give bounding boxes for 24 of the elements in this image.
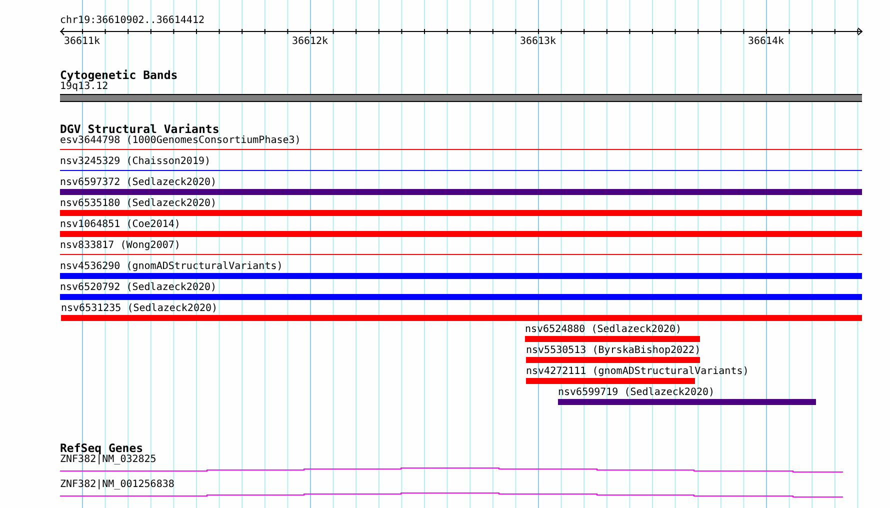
- variant-label: nsv1064851 (Coe2014): [60, 219, 182, 231]
- ruler-tick-label: 36611k: [64, 36, 100, 48]
- region-label: chr19:36610902..36614412: [60, 15, 206, 27]
- variant-label: nsv6524880 (Sedlazeck2020): [525, 324, 683, 336]
- track-title: DGV Structural Variants: [60, 123, 220, 135]
- gene-label: ZNF382|NM_032825: [60, 454, 158, 466]
- variant-label: nsv6597372 (Sedlazeck2020): [60, 177, 218, 189]
- variant-label: nsv4536290 (gnomADStructuralVariants): [60, 261, 284, 273]
- ruler-tick-label: 36614k: [748, 36, 784, 48]
- variant-label: nsv4272111 (gnomADStructuralVariants): [526, 366, 750, 378]
- track-title: Cytogenetic Bands: [60, 69, 179, 81]
- variant-label: esv3644798 (1000GenomesConsortiumPhase3): [60, 135, 302, 147]
- gene-label: ZNF382|NM_001256838: [60, 479, 176, 491]
- ruler-tick-label: 36612k: [292, 36, 328, 48]
- ruler-tick-label: 36613k: [520, 36, 556, 48]
- variant-label: nsv6520792 (Sedlazeck2020): [60, 282, 218, 294]
- variant-label: nsv6531235 (Sedlazeck2020): [61, 303, 219, 315]
- track-title: RefSeq Genes: [60, 442, 144, 454]
- variant-label: nsv6599719 (Sedlazeck2020): [558, 387, 716, 399]
- variant-label: nsv6535180 (Sedlazeck2020): [60, 198, 218, 210]
- variant-label: nsv833817 (Wong2007): [60, 240, 182, 252]
- band-label: 19q13.12: [60, 81, 108, 93]
- variant-label: nsv5530513 (ByrskaBishop2022): [526, 345, 702, 357]
- variant-label: nsv3245329 (Chaisson2019): [60, 156, 212, 168]
